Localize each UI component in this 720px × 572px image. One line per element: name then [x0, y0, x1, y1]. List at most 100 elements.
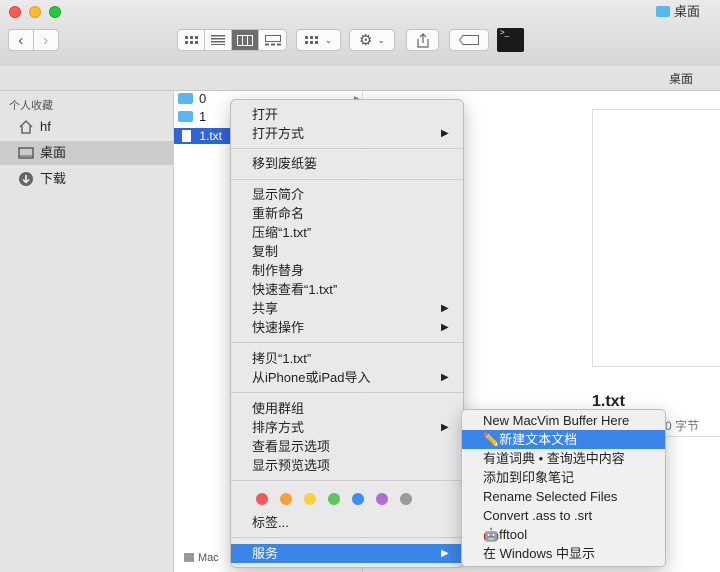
list-view-button[interactable]	[205, 30, 232, 50]
terminal-icon[interactable]: >_	[497, 28, 524, 52]
tag-icon	[459, 35, 479, 45]
service-item-fftool[interactable]: 🤖fftool	[462, 525, 665, 544]
sidebar-item-home[interactable]: hf	[0, 115, 173, 139]
path-label: Mac	[198, 552, 219, 564]
menu-item-use-groups[interactable]: 使用群组	[231, 399, 463, 418]
zoom-window-button[interactable]	[49, 6, 61, 18]
service-item-youdao-lookup[interactable]: 有道词典 • 查询选中内容	[462, 449, 665, 468]
menu-item-view-options[interactable]: 查看显示选项	[231, 437, 463, 456]
tag-gray-button[interactable]	[400, 493, 412, 505]
preview-file-size: 0 字节	[665, 419, 700, 433]
menu-separator	[231, 148, 463, 149]
share-button[interactable]	[406, 29, 439, 51]
menu-item-label: 打开方式	[252, 126, 305, 141]
menu-item-label: 排序方式	[252, 420, 305, 435]
tag-blue-button[interactable]	[352, 493, 364, 505]
desktop-icon	[18, 147, 34, 159]
menu-item-copy[interactable]: 拷贝“1.txt”	[231, 349, 463, 368]
service-item-macvim-buffer[interactable]: New MacVim Buffer Here	[462, 411, 665, 430]
list-item-selected[interactable]: 1.txt	[174, 128, 230, 144]
group-button[interactable]: ⌄	[296, 29, 341, 51]
tag-red-button[interactable]	[256, 493, 268, 505]
menu-item-make-alias[interactable]: 制作替身	[231, 261, 463, 280]
chevron-right-icon: ›	[43, 31, 49, 49]
favorites-heading: 个人收藏	[9, 100, 53, 112]
menu-separator	[231, 392, 463, 393]
menu-item-label: 重新命名	[252, 206, 305, 221]
menu-item-tags[interactable]: 标签...	[231, 513, 463, 532]
submenu-arrow-icon: ▶	[441, 422, 449, 433]
gear-icon: ⚙	[359, 32, 373, 49]
tag-yellow-button[interactable]	[304, 493, 316, 505]
close-window-button[interactable]	[9, 6, 21, 18]
menu-item-compress[interactable]: 压缩“1.txt”	[231, 223, 463, 242]
window-title: 桌面	[656, 4, 700, 20]
back-button[interactable]: ‹	[9, 30, 34, 50]
service-item-show-in-windows[interactable]: 在 Windows 中显示	[462, 544, 665, 563]
menu-item-label: 复制	[252, 244, 279, 259]
menu-item-label: 打开	[252, 107, 279, 122]
submenu-arrow-icon: ▶	[441, 303, 449, 314]
home-icon	[19, 119, 33, 134]
path-bar: Mac	[184, 552, 219, 564]
menu-item-label: 标签...	[252, 515, 289, 530]
menu-item-label: 显示简介	[252, 187, 305, 202]
disk-icon	[184, 553, 194, 562]
menu-item-rename[interactable]: 重新命名	[231, 204, 463, 223]
service-item-add-to-evernote[interactable]: 添加到印象笔记	[462, 468, 665, 487]
menu-item-label: 从iPhone或iPad导入	[252, 370, 371, 385]
sidebar-item-downloads[interactable]: 下载	[0, 167, 173, 191]
sidebar-item-label: hf	[40, 119, 51, 134]
list-icon	[211, 35, 225, 45]
menu-item-share[interactable]: 共享 ▶	[231, 299, 463, 318]
menu-item-label: 查看显示选项	[252, 439, 331, 454]
sidebar-item-desktop[interactable]: 桌面	[0, 141, 173, 165]
tag-green-button[interactable]	[328, 493, 340, 505]
menu-separator	[231, 342, 463, 343]
forward-button[interactable]: ›	[34, 30, 58, 50]
share-icon	[416, 32, 429, 48]
file-name: 1.txt	[199, 129, 223, 143]
folder-icon	[178, 93, 193, 104]
columns-icon	[237, 34, 253, 46]
service-item-label: ✏️新建文本文档	[483, 432, 578, 447]
sidebar-item-label: 桌面	[40, 145, 67, 160]
service-item-label: Rename Selected Files	[483, 489, 618, 504]
menu-item-label: 制作替身	[252, 263, 305, 278]
sidebar: 个人收藏 hf 桌面 下载	[0, 91, 174, 572]
menu-item-open[interactable]: 打开	[231, 105, 463, 124]
tag-orange-button[interactable]	[280, 493, 292, 505]
service-item-label: 🤖fftool	[483, 527, 528, 542]
menu-item-open-with[interactable]: 打开方式 ▶	[231, 124, 463, 143]
tag-button[interactable]	[449, 29, 489, 51]
icon-view-button[interactable]	[178, 30, 205, 50]
file-thumbnail	[592, 109, 720, 367]
service-item-convert-ass[interactable]: Convert .ass to .srt	[462, 506, 665, 525]
folder-icon	[178, 111, 193, 122]
menu-item-label: 共享	[252, 301, 279, 316]
menu-item-quick-actions[interactable]: 快速操作 ▶	[231, 318, 463, 337]
menu-item-get-info[interactable]: 显示简介	[231, 185, 463, 204]
menu-item-quick-look[interactable]: 快速查看“1.txt”	[231, 280, 463, 299]
context-menu: 打开 打开方式 ▶ 移到废纸篓 显示简介 重新命名 压缩“1.txt” 复制 制作…	[230, 99, 464, 568]
menu-item-label: 移到废纸篓	[252, 156, 318, 171]
menu-item-label: 快速查看“1.txt”	[252, 282, 338, 297]
submenu-arrow-icon: ▶	[441, 128, 449, 139]
service-item-new-text-document[interactable]: ✏️新建文本文档	[462, 430, 665, 449]
minimize-window-button[interactable]	[29, 6, 41, 18]
menu-item-import-from-iphone[interactable]: 从iPhone或iPad导入 ▶	[231, 368, 463, 387]
service-item-rename-files[interactable]: Rename Selected Files	[462, 487, 665, 506]
menu-item-duplicate[interactable]: 复制	[231, 242, 463, 261]
menu-item-move-to-trash[interactable]: 移到废纸篓	[231, 154, 463, 173]
menu-item-services[interactable]: 服务 ▶	[231, 544, 463, 563]
service-item-label: 添加到印象笔记	[483, 470, 575, 485]
tag-purple-button[interactable]	[376, 493, 388, 505]
action-button[interactable]: ⚙ ⌄	[349, 29, 395, 51]
menu-item-sort-by[interactable]: 排序方式 ▶	[231, 418, 463, 437]
menu-item-preview-options[interactable]: 显示预览选项	[231, 456, 463, 475]
column-view-button[interactable]	[232, 30, 259, 50]
list-item[interactable]: 1	[178, 108, 206, 126]
list-item[interactable]: 0▶	[178, 90, 361, 108]
menu-item-label: 服务	[252, 546, 279, 561]
gallery-view-button[interactable]	[259, 30, 286, 50]
